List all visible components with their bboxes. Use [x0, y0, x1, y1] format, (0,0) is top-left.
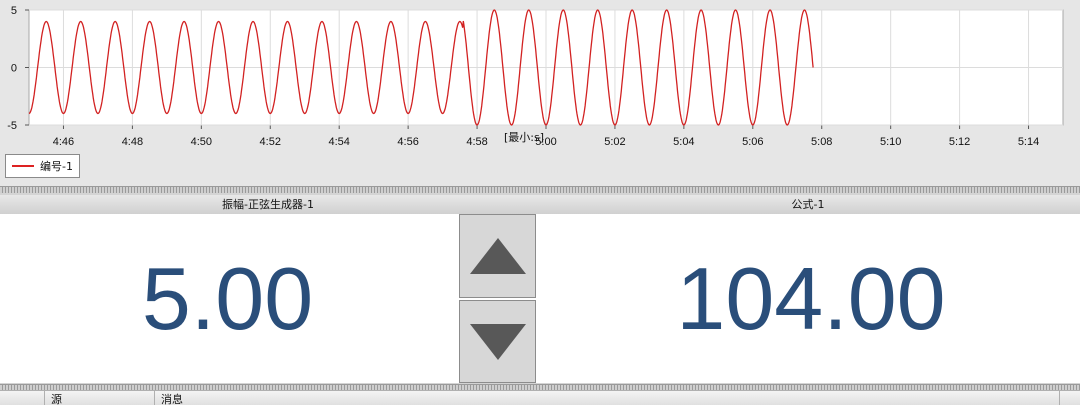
- legend-series-label: 编号-1: [40, 160, 73, 173]
- amplitude-value: 5.00: [141, 249, 314, 348]
- y-tick-label: -5: [7, 120, 17, 132]
- triangle-down-icon: [469, 323, 526, 360]
- display-area: 5.00 104.00: [0, 214, 1080, 383]
- chart-panel: 4:46 4:48 4:50 4:52 4:54 4:56 4:58 5:00 5:02 5:04…: [0, 0, 1080, 186]
- x-axis-unit-label: [最小:s]: [504, 131, 544, 144]
- x-tick-label: 5:02: [604, 136, 625, 148]
- decrement-button[interactable]: [459, 300, 536, 383]
- column-message[interactable]: 消息: [155, 391, 1060, 405]
- x-tick-label: 5:14: [1018, 136, 1039, 148]
- x-tick-label: 4:58: [466, 136, 487, 148]
- legend-line-marker: [12, 165, 34, 167]
- chart-legend: 编号-1: [5, 154, 80, 178]
- x-tick-label: 5:08: [811, 136, 832, 148]
- x-tick-label: 5:04: [673, 136, 694, 148]
- right-display-title: 公式-1: [791, 198, 825, 211]
- x-tick-label: 4:48: [122, 136, 143, 148]
- trend-chart[interactable]: 4:46 4:48 4:50 4:52 4:54 4:56 4:58 5:00 5:02 5:04…: [0, 0, 1080, 186]
- x-tick-label: 4:52: [260, 136, 281, 148]
- triangle-up-icon: [469, 238, 526, 274]
- x-tick-label: 5:12: [949, 136, 970, 148]
- panel-splitter[interactable]: [0, 186, 1080, 193]
- y-tick-label: 5: [11, 5, 17, 17]
- x-tick-label: 5:06: [742, 136, 763, 148]
- left-display-title: 振幅-正弦生成器-1: [222, 198, 314, 211]
- y-tick-label: 0: [11, 63, 17, 75]
- column-source[interactable]: 源: [45, 391, 155, 405]
- message-list-header: 源 消息: [0, 390, 1080, 405]
- increment-button[interactable]: [459, 214, 536, 298]
- x-tick-label: 5:10: [880, 136, 901, 148]
- x-tick-label: 4:46: [53, 136, 74, 148]
- formula-value: 104.00: [676, 249, 946, 348]
- display-header: 振幅-正弦生成器-1 公式-1: [0, 195, 1080, 215]
- x-tick-label: 4:54: [328, 136, 349, 148]
- x-tick-label: 4:50: [191, 136, 212, 148]
- x-tick-label: 4:56: [397, 136, 418, 148]
- column-blank[interactable]: [0, 391, 45, 405]
